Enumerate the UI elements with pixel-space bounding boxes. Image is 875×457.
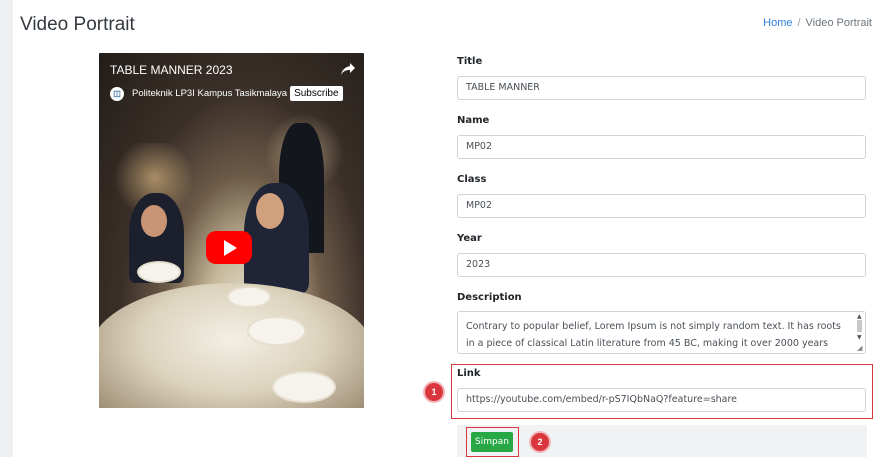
video-face <box>141 205 167 237</box>
channel-name[interactable]: Politeknik LP3I Kampus Tasikmalaya <box>132 88 287 99</box>
name-label: Name <box>457 115 490 126</box>
play-triangle <box>224 239 237 256</box>
breadcrumb: Home / Video Portrait <box>763 17 872 29</box>
year-label: Year <box>457 233 482 244</box>
scroll-thumb[interactable] <box>857 320 862 332</box>
class-input[interactable]: MP02 <box>457 194 866 218</box>
title-label: Title <box>457 56 483 67</box>
annotation-badge-2: 2 <box>531 433 549 451</box>
video-face <box>256 193 284 229</box>
share-icon[interactable] <box>340 62 356 76</box>
sidebar-edge <box>0 0 13 457</box>
scroll-down-icon[interactable]: ▼ <box>857 334 862 341</box>
breadcrumb-separator: / <box>797 17 801 29</box>
video-plate <box>274 373 334 401</box>
video-player[interactable]: TABLE MANNER 2023 ◫ Politeknik LP3I Kamp… <box>99 53 364 408</box>
description-label: Description <box>457 292 522 303</box>
breadcrumb-home-link[interactable]: Home <box>763 17 792 29</box>
scroll-up-icon[interactable]: ▲ <box>857 313 862 320</box>
video-plate <box>139 263 179 281</box>
class-label: Class <box>457 174 487 185</box>
annotation-box-link <box>451 364 873 419</box>
year-input[interactable]: 2023 <box>457 253 866 277</box>
youtube-play-icon[interactable] <box>206 231 252 264</box>
page-title: Video Portrait <box>20 14 135 35</box>
description-textarea[interactable]: Contrary to popular belief, Lorem Ipsum … <box>457 311 866 354</box>
title-input[interactable]: TABLE MANNER <box>457 76 866 100</box>
breadcrumb-current: Video Portrait <box>805 17 872 29</box>
video-title[interactable]: TABLE MANNER 2023 <box>110 63 233 77</box>
video-channel: ◫ Politeknik LP3I Kampus Tasikmalaya Sub… <box>110 86 343 101</box>
video-plate <box>249 318 304 344</box>
resize-handle-icon[interactable]: ◢ <box>857 344 865 352</box>
annotation-box-save <box>466 427 519 457</box>
subscribe-button[interactable]: Subscribe <box>290 86 343 101</box>
name-input[interactable]: MP02 <box>457 135 866 159</box>
video-plate <box>229 288 269 306</box>
channel-avatar[interactable]: ◫ <box>110 86 124 101</box>
annotation-badge-1: 1 <box>425 383 443 401</box>
